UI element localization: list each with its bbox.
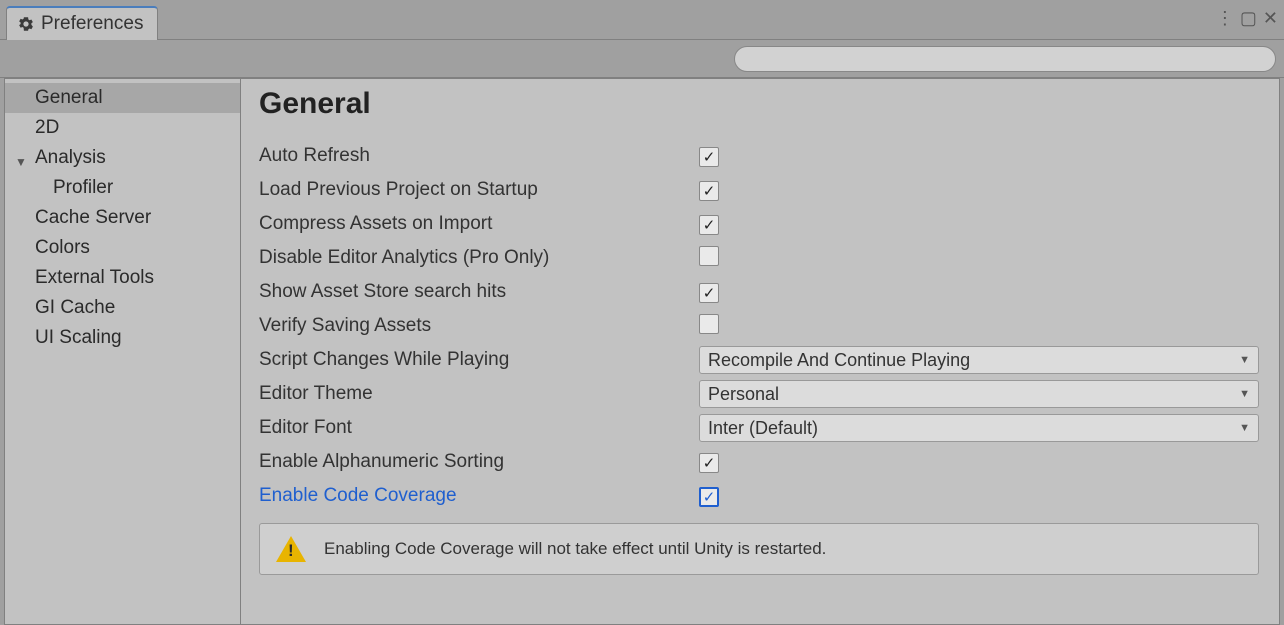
more-icon[interactable]: ⋮	[1216, 8, 1234, 29]
pref-row: Enable Alphanumeric Sorting✓	[259, 445, 1259, 479]
dropdown[interactable]: Recompile And Continue Playing ▼	[699, 346, 1259, 374]
pref-label: Enable Code Coverage	[259, 485, 699, 507]
dropdown-value: Inter (Default)	[708, 418, 818, 439]
page-title: General	[259, 87, 1259, 121]
sidebar-item-general[interactable]: General	[5, 83, 240, 113]
window-controls: ⋮ ▢ ✕	[1216, 8, 1278, 29]
sidebar-item-colors[interactable]: Colors	[5, 233, 240, 263]
body: General2DAnalysisProfilerCache ServerCol…	[4, 78, 1280, 625]
toolbar: 🔍	[0, 40, 1284, 78]
checkbox[interactable]: ✓	[699, 181, 719, 201]
pref-label: Show Asset Store search hits	[259, 281, 699, 303]
info-box: Enabling Code Coverage will not take eff…	[259, 523, 1259, 575]
pref-row: Show Asset Store search hits✓	[259, 275, 1259, 309]
checkbox[interactable]: ✓	[699, 215, 719, 235]
pref-row: Disable Editor Analytics (Pro Only)	[259, 241, 1259, 275]
checkbox[interactable]: ✓	[699, 147, 719, 167]
pref-row: Script Changes While PlayingRecompile An…	[259, 343, 1259, 377]
sidebar-item-cache-server[interactable]: Cache Server	[5, 203, 240, 233]
preferences-window: Preferences ⋮ ▢ ✕ 🔍 General2DAnalysisPro…	[0, 0, 1284, 625]
chevron-down-icon: ▼	[1239, 388, 1250, 400]
chevron-down-icon: ▼	[1239, 354, 1250, 366]
sidebar-item-2d[interactable]: 2D	[5, 113, 240, 143]
sidebar-item-external-tools[interactable]: External Tools	[5, 263, 240, 293]
pref-row: Editor Theme Personal ▼	[259, 377, 1259, 411]
pref-row: Auto Refresh✓	[259, 139, 1259, 173]
pref-label: Editor Theme	[259, 383, 699, 405]
prefs-list: Auto Refresh✓Load Previous Project on St…	[259, 139, 1259, 513]
chevron-down-icon: ▼	[1239, 422, 1250, 434]
checkbox[interactable]	[699, 246, 719, 266]
pref-row: Compress Assets on Import✓	[259, 207, 1259, 241]
tab-preferences[interactable]: Preferences	[6, 6, 158, 40]
pref-label: Compress Assets on Import	[259, 213, 699, 235]
pref-row: Editor Font Inter (Default) ▼	[259, 411, 1259, 445]
sidebar-item-profiler[interactable]: Profiler	[5, 173, 240, 203]
dropdown-value: Recompile And Continue Playing	[708, 350, 970, 371]
checkbox[interactable]: ✓	[699, 453, 719, 473]
checkbox[interactable]: ✓	[699, 487, 719, 507]
content-panel: General Auto Refresh✓Load Previous Proje…	[241, 79, 1279, 624]
checkbox[interactable]: ✓	[699, 283, 719, 303]
info-text: Enabling Code Coverage will not take eff…	[324, 539, 826, 559]
pref-label: Auto Refresh	[259, 145, 699, 167]
pref-label: Disable Editor Analytics (Pro Only)	[259, 247, 699, 269]
maximize-icon[interactable]: ▢	[1240, 8, 1257, 29]
pref-row: Enable Code Coverage✓	[259, 479, 1259, 513]
sidebar-item-ui-scaling[interactable]: UI Scaling	[5, 323, 240, 353]
checkbox[interactable]	[699, 314, 719, 334]
gear-icon	[17, 15, 35, 33]
dropdown[interactable]: Inter (Default) ▼	[699, 414, 1259, 442]
pref-label: Enable Alphanumeric Sorting	[259, 451, 699, 473]
warning-icon	[276, 536, 306, 562]
pref-row: Verify Saving Assets	[259, 309, 1259, 343]
sidebar-item-gi-cache[interactable]: GI Cache	[5, 293, 240, 323]
titlebar: Preferences ⋮ ▢ ✕	[0, 0, 1284, 40]
pref-row: Load Previous Project on Startup✓	[259, 173, 1259, 207]
pref-label: Editor Font	[259, 417, 699, 439]
pref-label: Verify Saving Assets	[259, 315, 699, 337]
dropdown-value: Personal	[708, 384, 779, 405]
sidebar-item-analysis[interactable]: Analysis	[5, 143, 240, 173]
dropdown[interactable]: Personal ▼	[699, 380, 1259, 408]
tab-title: Preferences	[41, 13, 143, 35]
pref-label: Load Previous Project on Startup	[259, 179, 699, 201]
search-input[interactable]	[734, 46, 1276, 72]
pref-label: Script Changes While Playing	[259, 349, 699, 371]
sidebar: General2DAnalysisProfilerCache ServerCol…	[5, 79, 241, 624]
close-icon[interactable]: ✕	[1263, 8, 1278, 29]
